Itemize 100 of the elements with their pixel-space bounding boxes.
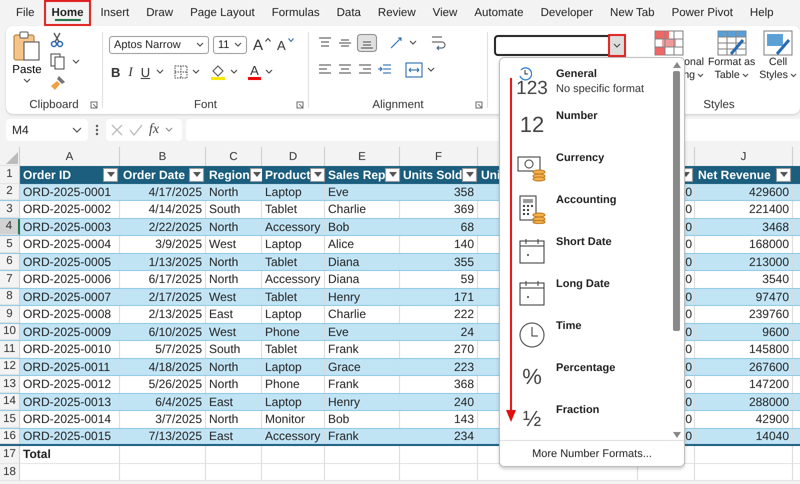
table-cell: ORD-2025-0010 [20, 341, 120, 358]
table-cell: West [206, 236, 262, 252]
table-cell: ORD-2025-0012 [20, 376, 120, 392]
table-cell: Alice [325, 236, 400, 252]
format-name: General [556, 68, 598, 80]
table-cell: 369 [400, 201, 478, 218]
table-cell: Laptop [262, 236, 325, 252]
format-description: No specific format [556, 83, 644, 95]
table-cell: Frank [325, 376, 400, 392]
group-label: Font [194, 99, 217, 111]
table-cell: 355 [400, 254, 478, 270]
table-cell: North [206, 218, 262, 235]
table-cell: ORD-2025-0004 [20, 236, 120, 252]
table-cell: 2/13/2025 [120, 306, 206, 322]
table-cell: 3540 [695, 271, 793, 288]
table-cell: Phone [262, 376, 325, 392]
table-cell: 7/13/2025 [120, 428, 206, 444]
table-cell: 221400 [695, 201, 793, 218]
table-cell: Grace [325, 358, 400, 375]
table-cell: Bob [325, 218, 400, 235]
table-cell: 14040 [695, 428, 793, 444]
table-cell: Laptop [262, 184, 325, 200]
format-glyph: ½ [522, 406, 542, 432]
table-cell: South [206, 341, 262, 358]
table-cell: Laptop [262, 394, 325, 410]
format-glyph: 123 [516, 78, 548, 100]
table-cell: 1/13/2025 [120, 254, 206, 270]
button-label: Styles [759, 69, 788, 82]
button-label: onal [684, 56, 704, 69]
table-cell: 2/22/2025 [120, 218, 206, 235]
table-cell: 368 [400, 376, 478, 392]
column-title: Product [265, 168, 310, 182]
table-cell: Frank [325, 341, 400, 358]
table-cell: ORD-2025-0003 [20, 218, 120, 235]
table-cell: 171 [400, 288, 478, 305]
table-cell: North [206, 184, 262, 200]
table-cell: ORD-2025-0001 [20, 184, 120, 200]
table-cell: 145800 [695, 341, 793, 358]
column-title: Region [209, 168, 250, 182]
table-cell: 42900 [695, 411, 793, 428]
table-cell: 3/7/2025 [120, 411, 206, 428]
table-cell: 9600 [695, 324, 793, 340]
table-cell: 358 [400, 184, 478, 200]
table-cell: 270 [400, 341, 478, 358]
table-cell: Henry [325, 394, 400, 410]
table-cell: Eve [325, 184, 400, 200]
table-cell: ORD-2025-0009 [20, 324, 120, 340]
table-cell: East [206, 394, 262, 410]
table-cell: Tablet [262, 254, 325, 270]
column-title: Net Revenue [698, 168, 771, 182]
table-cell: Monitor [262, 411, 325, 428]
table-cell: 6/17/2025 [120, 271, 206, 288]
table-cell: North [206, 376, 262, 392]
table-cell: 24 [400, 324, 478, 340]
group-label: Styles [703, 99, 735, 111]
table-cell: ORD-2025-0011 [20, 358, 120, 375]
format-name: Time [556, 320, 582, 332]
table-cell: 3/9/2025 [120, 236, 206, 252]
table-cell: Laptop [262, 306, 325, 322]
format-name: Short Date [556, 236, 612, 248]
column-title: Units Sold [403, 168, 462, 182]
table-cell: ORD-2025-0014 [20, 411, 120, 428]
table-cell: Tablet [262, 288, 325, 305]
column-title: Sales Rep [328, 168, 386, 182]
table-cell: North [206, 271, 262, 288]
table-cell: Phone [262, 324, 325, 340]
table-cell: Diana [325, 271, 400, 288]
table-cell: 4/17/2025 [120, 184, 206, 200]
table-cell: North [206, 254, 262, 270]
field-value: Aptos Narrow [114, 39, 181, 51]
table-cell: ORD-2025-0015 [20, 428, 120, 444]
table-cell: ORD-2025-0005 [20, 254, 120, 270]
format-name: Accounting [556, 194, 616, 206]
cell-reference: M4 [12, 123, 29, 137]
table-cell: 267600 [695, 358, 793, 375]
table-cell: 223 [400, 358, 478, 375]
table-cell: 213000 [695, 254, 793, 270]
format-name: Currency [556, 152, 604, 164]
table-cell: 222 [400, 306, 478, 322]
format-glyph: 12 [520, 112, 544, 138]
field-value: 11 [218, 39, 230, 51]
column-title: Order ID [23, 168, 72, 182]
table-cell: 147200 [695, 376, 793, 392]
table-cell: East [206, 428, 262, 444]
table-cell: Tablet [262, 201, 325, 218]
table-cell: East [206, 306, 262, 322]
format-name: Long Date [556, 278, 610, 290]
group-label: Clipboard [29, 99, 79, 111]
table-cell: 429600 [695, 184, 793, 200]
format-name: Fraction [556, 404, 600, 416]
table-cell: 5/26/2025 [120, 376, 206, 392]
table-cell: West [206, 288, 262, 305]
column-title: Order Date [123, 168, 186, 182]
table-cell: ORD-2025-0007 [20, 288, 120, 305]
table-cell: 97470 [695, 288, 793, 305]
table-cell: West [206, 324, 262, 340]
table-cell: Accessory [262, 271, 325, 288]
table-cell: 288000 [695, 394, 793, 410]
table-cell: 168000 [695, 236, 793, 252]
table-cell: 140 [400, 236, 478, 252]
